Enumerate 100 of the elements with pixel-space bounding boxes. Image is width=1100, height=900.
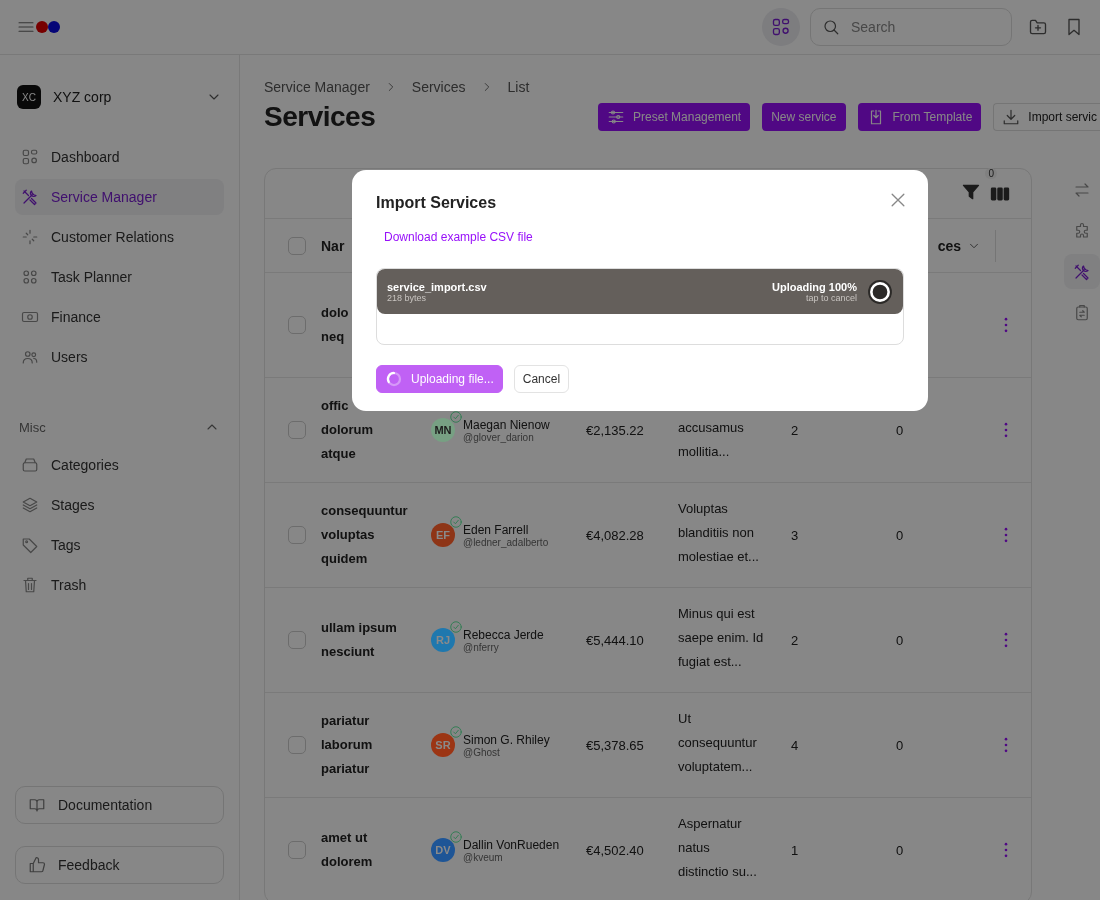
service-name: dolo neq <box>321 304 350 346</box>
owner-handle: @kveum <box>463 851 504 863</box>
file-size: 218 bytes <box>387 292 427 303</box>
download-link[interactable]: Download example CSV file <box>384 230 533 244</box>
thumbs-up-icon <box>28 856 46 874</box>
table-cell-text: 0 <box>896 527 905 543</box>
table-cell-text: 2 <box>791 632 800 648</box>
checkbox[interactable] <box>288 631 306 649</box>
feedback-button[interactable]: Feedback <box>15 846 224 884</box>
sliders-icon <box>607 108 626 126</box>
checkbox[interactable] <box>288 526 306 544</box>
price: €5,444.10 <box>586 632 645 648</box>
owner-handle: @Ghost <box>463 746 501 758</box>
cancel-button[interactable]: Cancel <box>513 365 570 393</box>
service-name: pariatur laborum pariatur <box>321 712 374 778</box>
owner-handle: @ledner_adalberto <box>463 536 549 548</box>
file-name: service_import.csv <box>387 280 487 293</box>
description: Minus qui est saepe enim. Id fugiat est... <box>678 605 765 671</box>
sidebar-item[interactable]: Dashboard <box>15 139 224 175</box>
action-button[interactable]: Preset Management <box>598 103 751 131</box>
upload-status: Uploading 100% <box>772 280 857 293</box>
checkbox[interactable] <box>288 421 306 439</box>
trash-icon <box>21 576 39 594</box>
clipboard-icon <box>1073 303 1091 322</box>
puzzle-icon <box>1073 221 1091 240</box>
sidebar-item[interactable]: Task Planner <box>15 259 224 295</box>
layers-icon <box>21 496 39 514</box>
org-avatar: XC <box>17 85 41 109</box>
action-button[interactable]: Import servic <box>993 103 1100 131</box>
filter-icon[interactable] <box>961 182 981 202</box>
price: €2,135.22 <box>586 422 645 438</box>
table-cell-text: 2 <box>791 422 800 438</box>
column-header[interactable]: ces <box>937 237 961 254</box>
description: Aspernatur natus distinctio su... <box>678 815 758 881</box>
table-cell-text: 3 <box>791 527 800 543</box>
search-field[interactable]: Search <box>810 8 1012 46</box>
box-icon <box>21 456 39 474</box>
apps-button[interactable] <box>762 8 800 46</box>
drop-zone[interactable]: service_import.csv 218 bytes Uploading 100% tap to cancel <box>376 268 904 345</box>
rail-button[interactable] <box>1064 254 1100 289</box>
tag-icon <box>21 536 39 554</box>
action-button[interactable]: New service <box>762 103 846 131</box>
sidebar-item[interactable]: Trash <box>15 567 224 603</box>
table-cell-text: 4 <box>791 737 800 753</box>
table-cell-text: 1 <box>791 842 800 858</box>
documentation-button[interactable]: Documentation <box>15 786 224 824</box>
table-cell-text: 0 <box>896 632 905 648</box>
section-title: Misc <box>19 419 46 435</box>
price: €4,502.40 <box>586 842 645 858</box>
users-icon <box>21 348 39 366</box>
sidebar-item[interactable]: Tags <box>15 527 224 563</box>
checkbox[interactable] <box>288 316 306 334</box>
action-button[interactable]: From Template <box>857 103 982 131</box>
description: accusamus mollitia... <box>678 419 745 461</box>
grid-icon <box>771 17 791 37</box>
service-name: consequuntur voluptas quidem <box>321 502 409 568</box>
sidebar-item[interactable]: Service Manager <box>15 179 224 215</box>
table-cell-text: 0 <box>896 737 905 753</box>
owner-name: Simon G. Rhiley <box>463 732 550 747</box>
breadcrumb-link[interactable]: List <box>507 79 530 95</box>
checkbox[interactable] <box>288 736 306 754</box>
grid-icon <box>21 148 39 166</box>
logo-icon <box>36 21 60 33</box>
book-icon <box>28 796 46 814</box>
tools-icon <box>21 188 39 206</box>
owner-name: Dallin VonRueden <box>463 837 560 852</box>
owner-name: Rebecca Jerde <box>463 627 544 642</box>
sidebar-item[interactable]: Finance <box>15 299 224 335</box>
checkbox[interactable] <box>288 841 306 859</box>
filter-count: 0 <box>985 168 997 179</box>
price: €4,082.28 <box>586 527 645 543</box>
breadcrumb-link[interactable]: Services <box>411 79 466 95</box>
upload-button[interactable]: Uploading file... <box>376 365 503 393</box>
cancel-hint: tap to cancel <box>805 292 857 303</box>
page-title: Services <box>264 101 376 133</box>
service-name: offic dolorum atque <box>321 397 374 463</box>
circles-icon <box>21 268 39 286</box>
table-cell-text: 0 <box>896 422 905 438</box>
sidebar-item[interactable]: Stages <box>15 487 224 523</box>
download-icon <box>1002 108 1021 126</box>
description: Ut consequuntur voluptatem... <box>678 710 758 776</box>
tools-icon <box>1073 262 1091 281</box>
progress-ring[interactable] <box>867 278 893 305</box>
dialog-title: Import Services <box>376 194 497 212</box>
sparkle-icon <box>21 228 39 246</box>
folder-plus-icon[interactable] <box>1028 17 1048 37</box>
search-icon <box>822 18 840 36</box>
table-cell-text: 0 <box>896 842 905 858</box>
owner-name: Eden Farrell <box>463 522 530 537</box>
menu-icon[interactable] <box>16 20 36 34</box>
owner-name: Maegan Nienow <box>463 417 550 432</box>
owner-handle: @glover_darion <box>463 431 535 443</box>
description: Voluptas blanditiis non molestiae et... <box>678 500 760 566</box>
owner-handle: @nferry <box>463 641 500 653</box>
service-name: ullam ipsum nesciunt <box>321 619 398 661</box>
sidebar-item[interactable]: Categories <box>15 447 224 483</box>
sidebar-item[interactable]: Customer Relations <box>15 219 224 255</box>
checkbox[interactable] <box>288 236 306 255</box>
breadcrumb-link[interactable]: Service Manager <box>264 79 370 95</box>
sidebar-item[interactable]: Users <box>15 339 224 375</box>
